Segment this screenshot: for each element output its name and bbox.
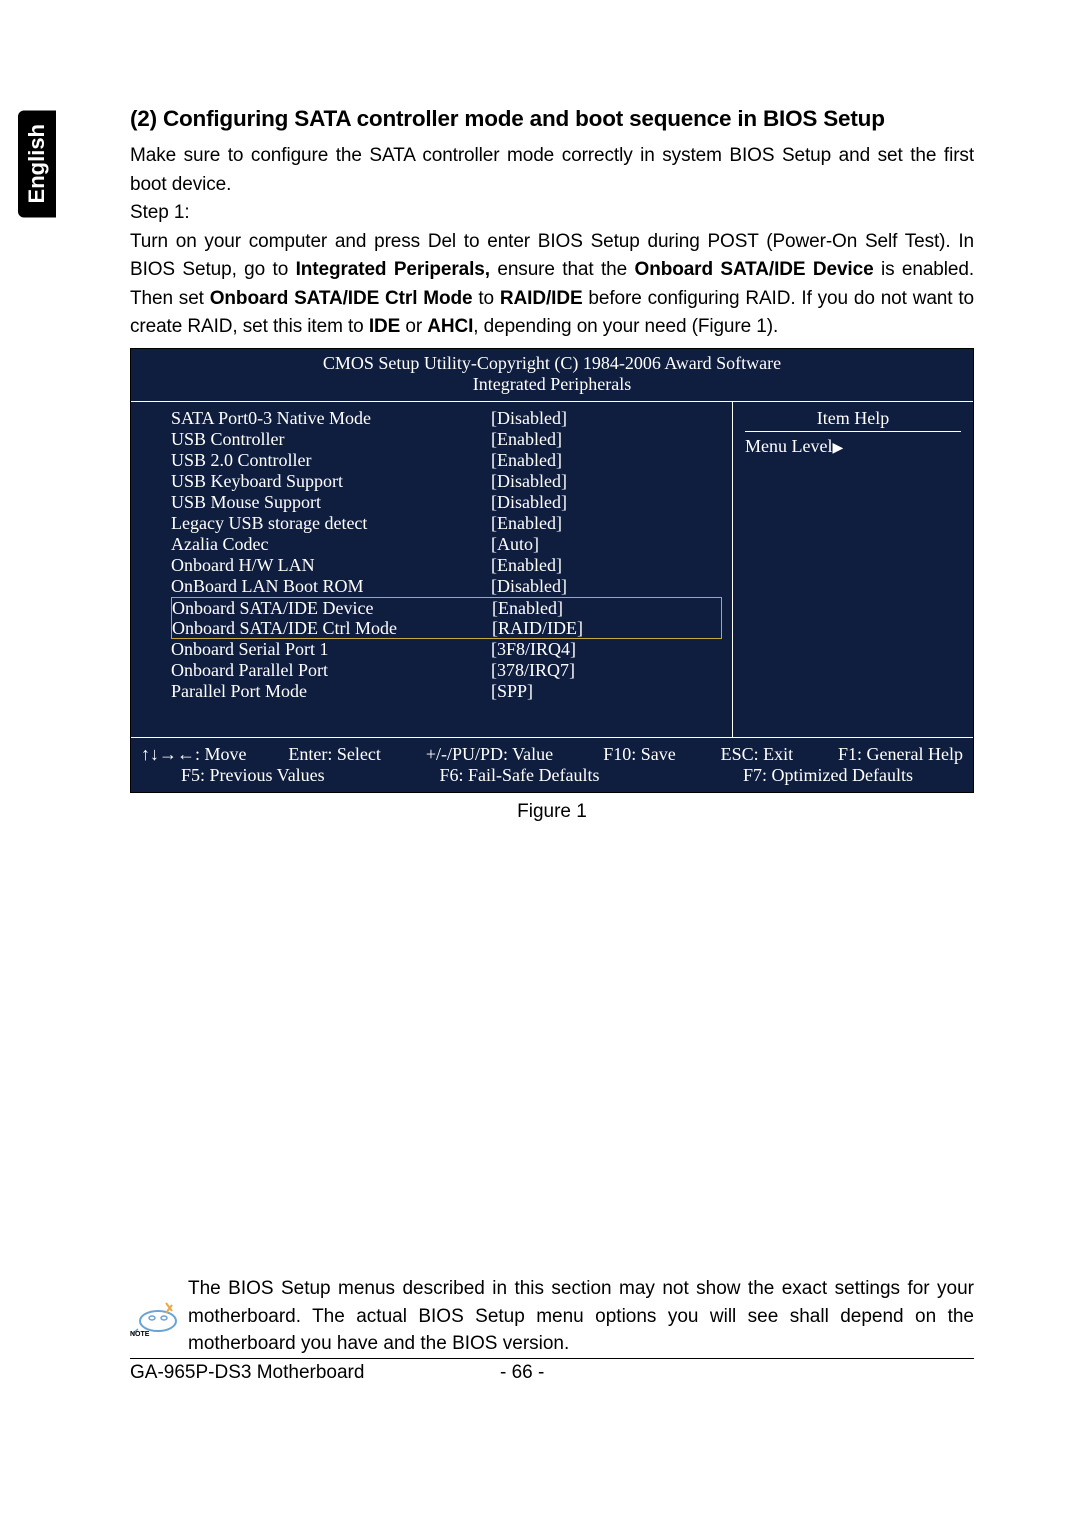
bios-setting-row: Onboard Parallel Port[378/IRQ7] bbox=[171, 660, 722, 681]
item-help-heading: Item Help bbox=[745, 408, 961, 432]
step-label: Step 1: bbox=[130, 199, 974, 228]
bios-setting-value: [SPP] bbox=[491, 681, 533, 702]
hint-optimized: F7: Optimized Defaults bbox=[743, 765, 963, 786]
bios-setting-row: Azalia Codec[Auto] bbox=[171, 534, 722, 555]
bold-text: Integrated Periperals, bbox=[296, 259, 490, 280]
bios-setting-value: [Disabled] bbox=[491, 576, 567, 597]
bios-setting-value: [Enabled] bbox=[491, 429, 562, 450]
bios-setting-value: [Auto] bbox=[491, 534, 539, 555]
bios-setting-value: [Enabled] bbox=[491, 450, 562, 471]
menu-level-row: Menu Level▶ bbox=[745, 436, 961, 457]
bios-setting-label: Legacy USB storage detect bbox=[171, 513, 491, 534]
bios-setting-row: SATA Port0-3 Native Mode[Disabled] bbox=[171, 408, 722, 429]
bios-setting-label: USB 2.0 Controller bbox=[171, 450, 491, 471]
bios-footer: ↑↓→←: Move Enter: Select +/-/PU/PD: Valu… bbox=[131, 737, 973, 792]
bios-settings-panel: SATA Port0-3 Native Mode[Disabled]USB Co… bbox=[131, 402, 733, 737]
hint-help: F1: General Help bbox=[838, 744, 963, 765]
bios-setting-label: Onboard SATA/IDE Device bbox=[172, 598, 492, 618]
hint-value: +/-/PU/PD: Value bbox=[426, 744, 596, 765]
bios-setting-label: Onboard Parallel Port bbox=[171, 660, 491, 681]
bios-setting-row: USB Mouse Support[Disabled] bbox=[171, 492, 722, 513]
hint-prev-values: F5: Previous Values bbox=[141, 765, 416, 786]
bios-setting-row: USB Controller[Enabled] bbox=[171, 429, 722, 450]
bios-setting-value: [Enabled] bbox=[491, 555, 562, 576]
bios-setting-row: Onboard SATA/IDE Device[Enabled] bbox=[171, 597, 722, 618]
bios-setting-row: Legacy USB storage detect[Enabled] bbox=[171, 513, 722, 534]
bios-setting-value: [Disabled] bbox=[491, 408, 567, 429]
bios-setting-label: USB Controller bbox=[171, 429, 491, 450]
bios-title-line1: CMOS Setup Utility-Copyright (C) 1984-20… bbox=[131, 353, 973, 374]
step1-paragraph: Turn on your computer and press Del to e… bbox=[130, 228, 974, 342]
bold-text: AHCI bbox=[427, 316, 473, 337]
bios-body: SATA Port0-3 Native Mode[Disabled]USB Co… bbox=[131, 402, 973, 737]
section-heading: (2) Configuring SATA controller mode and… bbox=[130, 106, 974, 132]
hint-enter: Enter: Select bbox=[288, 744, 418, 765]
bios-setting-label: Azalia Codec bbox=[171, 534, 491, 555]
bios-setting-label: OnBoard LAN Boot ROM bbox=[171, 576, 491, 597]
bios-setting-value: [3F8/IRQ4] bbox=[491, 639, 576, 660]
bios-footer-line1: ↑↓→←: Move Enter: Select +/-/PU/PD: Valu… bbox=[141, 744, 963, 765]
note-icon: NOTE bbox=[130, 1299, 180, 1346]
bios-setting-row: Onboard Serial Port 1[3F8/IRQ4] bbox=[171, 639, 722, 660]
bios-setting-row: Parallel Port Mode[SPP] bbox=[171, 681, 722, 702]
bios-setting-value: [Enabled] bbox=[492, 598, 563, 618]
bold-text: Onboard SATA/IDE Ctrl Mode bbox=[210, 288, 473, 309]
bios-setting-label: Onboard SATA/IDE Ctrl Mode bbox=[172, 618, 492, 638]
text: to bbox=[472, 288, 499, 309]
bios-setting-row: Onboard SATA/IDE Ctrl Mode[RAID/IDE] bbox=[171, 618, 722, 639]
text: ensure that the bbox=[490, 259, 635, 280]
hint-save: F10: Save bbox=[603, 744, 713, 765]
bios-setting-row: USB 2.0 Controller[Enabled] bbox=[171, 450, 722, 471]
page-footer: GA-965P-DS3 Motherboard - 66 - bbox=[130, 1362, 974, 1384]
triangle-right-icon: ▶ bbox=[832, 441, 843, 456]
text: , depending on your need (Figure 1). bbox=[473, 316, 778, 337]
bold-text: IDE bbox=[369, 316, 400, 337]
bios-setting-label: USB Keyboard Support bbox=[171, 471, 491, 492]
bios-screenshot: CMOS Setup Utility-Copyright (C) 1984-20… bbox=[130, 348, 974, 793]
bold-text: Onboard SATA/IDE Device bbox=[635, 259, 874, 280]
bios-setting-label: Onboard H/W LAN bbox=[171, 555, 491, 576]
menu-level-label: Menu Level bbox=[745, 436, 832, 456]
note-text: The BIOS Setup menus described in this s… bbox=[188, 1275, 974, 1358]
bios-setting-label: Onboard Serial Port 1 bbox=[171, 639, 491, 660]
bios-setting-value: [RAID/IDE] bbox=[492, 618, 583, 638]
text: or bbox=[400, 316, 427, 337]
bios-setting-row: OnBoard LAN Boot ROM[Disabled] bbox=[171, 576, 722, 597]
bios-setting-label: USB Mouse Support bbox=[171, 492, 491, 513]
bios-help-panel: Item Help Menu Level▶ bbox=[733, 402, 973, 737]
note-label-text: NOTE bbox=[130, 1331, 150, 1337]
note-block: NOTE The BIOS Setup menus described in t… bbox=[130, 1275, 974, 1358]
bios-title-line2: Integrated Peripherals bbox=[131, 374, 973, 395]
language-tab: English bbox=[18, 110, 56, 217]
bold-text: RAID/IDE bbox=[500, 288, 583, 309]
hint-exit: ESC: Exit bbox=[721, 744, 831, 765]
bios-setting-value: [Enabled] bbox=[491, 513, 562, 534]
bios-setting-row: USB Keyboard Support[Disabled] bbox=[171, 471, 722, 492]
figure-caption: Figure 1 bbox=[130, 801, 974, 823]
bios-setting-row: Onboard H/W LAN[Enabled] bbox=[171, 555, 722, 576]
bios-setting-value: [378/IRQ7] bbox=[491, 660, 575, 681]
intro-paragraph: Make sure to configure the SATA controll… bbox=[130, 142, 974, 199]
bios-setting-value: [Disabled] bbox=[491, 471, 567, 492]
footer-divider bbox=[130, 1358, 974, 1359]
bios-setting-label: Parallel Port Mode bbox=[171, 681, 491, 702]
hint-failsafe: F6: Fail-Safe Defaults bbox=[440, 765, 720, 786]
hint-move: ↑↓→←: Move bbox=[141, 744, 281, 765]
bios-footer-line2: F5: Previous Values F6: Fail-Safe Defaul… bbox=[141, 765, 963, 786]
model-name: GA-965P-DS3 Motherboard bbox=[130, 1362, 500, 1384]
bios-setting-label: SATA Port0-3 Native Mode bbox=[171, 408, 491, 429]
bios-setting-value: [Disabled] bbox=[491, 492, 567, 513]
page-number: - 66 - bbox=[500, 1362, 544, 1384]
main-content: (2) Configuring SATA controller mode and… bbox=[130, 106, 974, 823]
bios-header: CMOS Setup Utility-Copyright (C) 1984-20… bbox=[131, 349, 973, 402]
